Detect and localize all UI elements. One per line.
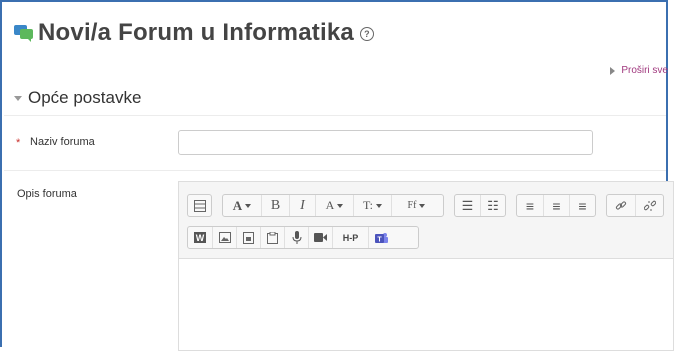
editor-toolbar: A B I A T: Ff ☰ ☷ ≡ ≡ ≡ W H-P T	[179, 182, 673, 259]
font-color-icon[interactable]: A	[315, 195, 353, 216]
section-divider	[4, 115, 666, 116]
align-left-icon[interactable]: ≡	[517, 195, 543, 216]
toolbar-group: W H-P T	[187, 226, 419, 249]
expand-all-link[interactable]: Proširi sve	[610, 65, 668, 76]
help-icon[interactable]: ?	[359, 27, 374, 41]
required-icon: *	[16, 137, 21, 149]
editor-content-area[interactable]	[179, 259, 673, 350]
svg-text:T: T	[377, 236, 382, 243]
paragraph-style-icon[interactable]: Ff	[391, 195, 441, 216]
record-video-icon[interactable]	[308, 227, 332, 248]
toolbar-group	[606, 194, 664, 217]
toolbar-group: ≡ ≡ ≡	[516, 194, 596, 217]
page-heading: Novi/a Forum u Informatika ?	[14, 19, 374, 47]
svg-text:W: W	[196, 233, 205, 243]
wiris-icon[interactable]: W	[188, 227, 212, 248]
font-size-icon[interactable]: T:	[353, 195, 391, 216]
italic-icon[interactable]: I	[289, 195, 315, 216]
file-manager-icon[interactable]	[260, 227, 284, 248]
section-title: Opće postavke	[28, 88, 142, 107]
toolbar-group	[187, 194, 212, 217]
forum-name-label: Naziv foruma	[30, 136, 95, 148]
forum-icon	[14, 24, 34, 42]
toolbar-group: ☰ ☷	[454, 194, 506, 217]
collapse-triangle-icon	[14, 95, 22, 101]
image-icon[interactable]	[212, 227, 236, 248]
font-family-icon[interactable]: A	[223, 195, 261, 216]
link-icon[interactable]	[607, 195, 635, 216]
unlink-icon[interactable]	[635, 195, 663, 216]
toolbar-toggle-icon[interactable]	[188, 195, 211, 216]
forum-name-input[interactable]	[178, 130, 593, 155]
section-header-general[interactable]: Opće postavke	[14, 88, 141, 108]
expand-all-label: Proširi sve	[621, 65, 668, 76]
toolbar-group: A B I A T: Ff	[222, 194, 444, 217]
forum-description-label: Opis foruma	[17, 188, 77, 200]
numbered-list-icon[interactable]: ☷	[480, 195, 505, 216]
align-center-icon[interactable]: ≡	[543, 195, 569, 216]
bullet-list-icon[interactable]: ☰	[455, 195, 480, 216]
teams-icon[interactable]: T	[368, 227, 394, 248]
page-title: Novi/a Forum u Informatika	[38, 19, 354, 46]
record-audio-icon[interactable]	[284, 227, 308, 248]
bold-icon[interactable]: B	[261, 195, 289, 216]
h5p-icon[interactable]: H-P	[332, 227, 368, 248]
align-right-icon[interactable]: ≡	[569, 195, 595, 216]
expand-triangle-icon	[610, 66, 616, 75]
field-divider	[4, 170, 666, 171]
media-icon[interactable]	[236, 227, 260, 248]
description-editor[interactable]: A B I A T: Ff ☰ ☷ ≡ ≡ ≡ W H-P T	[178, 181, 674, 351]
